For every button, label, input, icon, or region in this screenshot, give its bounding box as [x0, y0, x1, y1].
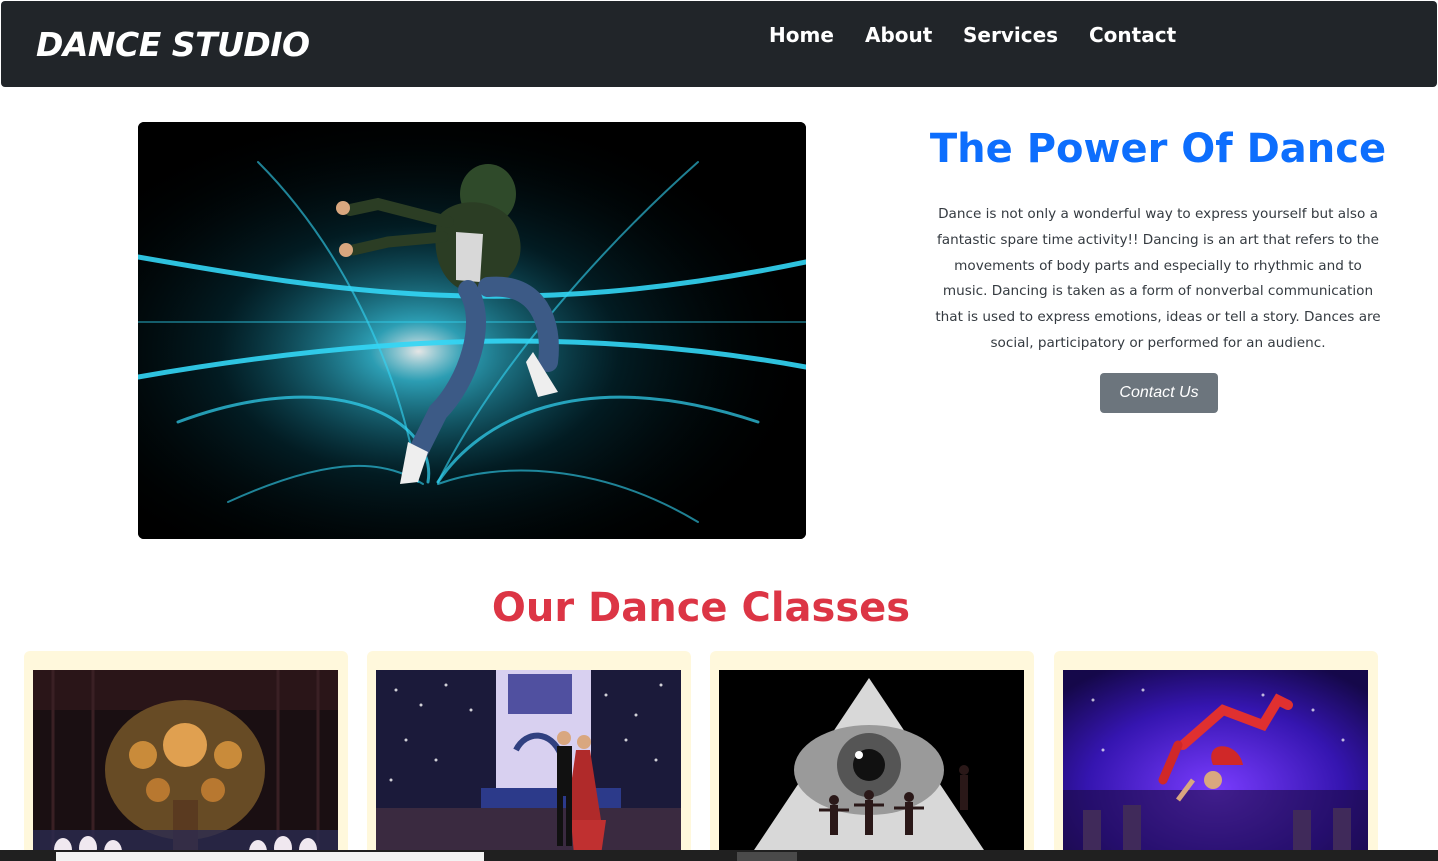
class-image-ballet — [33, 670, 338, 861]
taskbar-tab[interactable] — [56, 852, 484, 861]
hero-dancer-image — [138, 122, 806, 539]
classes-section-title: Our Dance Classes — [491, 585, 911, 631]
class-card[interactable] — [1054, 651, 1378, 861]
class-card[interactable] — [367, 651, 691, 861]
hero-description: Dance is not only a wonderful way to exp… — [935, 206, 1381, 351]
class-image-ballroom — [376, 670, 681, 861]
nav-link-about[interactable]: About — [865, 23, 932, 47]
class-card[interactable] — [24, 651, 348, 861]
brand-logo[interactable]: DANCE STUDIO — [36, 25, 310, 64]
class-image-breakdance — [1063, 670, 1368, 861]
navbar: DANCE STUDIO Home About Services Contact — [1, 1, 1437, 87]
contact-us-button[interactable]: Contact Us — [1100, 373, 1218, 413]
nav-link-contact[interactable]: Contact — [1089, 23, 1176, 47]
nav-link-services[interactable]: Services — [963, 23, 1058, 47]
hero-title: The Power Of Dance — [929, 126, 1387, 172]
nav-link-home[interactable]: Home — [769, 23, 834, 47]
page: DANCE STUDIO Home About Services Contact — [0, 0, 1438, 861]
class-card[interactable] — [710, 651, 1034, 861]
taskbar-button[interactable] — [737, 852, 797, 861]
class-image-contemporary — [719, 670, 1024, 861]
